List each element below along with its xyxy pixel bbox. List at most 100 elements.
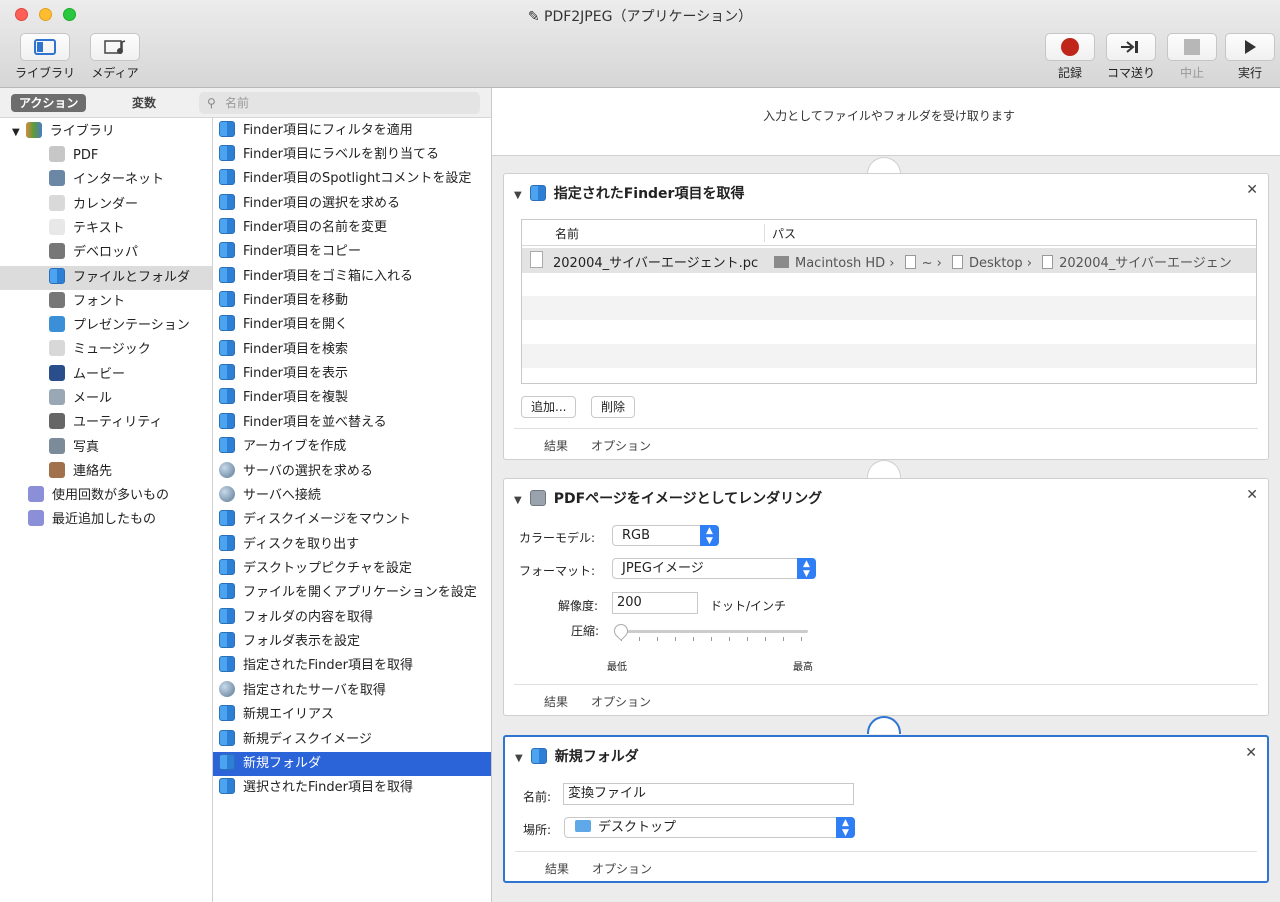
close-icon[interactable]: ✕	[1245, 745, 1257, 761]
close-icon[interactable]: ✕	[1246, 182, 1258, 198]
library-item[interactable]: プレゼンテーション	[0, 314, 212, 338]
results-tab[interactable]: 結果	[544, 437, 568, 454]
category-icon	[49, 243, 65, 260]
disclosure-triangle-icon[interactable]: ▼	[514, 190, 522, 201]
finder-icon	[219, 558, 235, 575]
folder-name-field[interactable]: 変換ファイル	[563, 783, 854, 805]
category-icon	[49, 340, 65, 357]
action-item[interactable]: アーカイブを作成	[213, 435, 491, 459]
results-tab[interactable]: 結果	[545, 860, 569, 877]
action-item[interactable]: Finder項目の名前を変更	[213, 216, 491, 240]
disclosure-triangle-icon[interactable]: ▼	[514, 495, 522, 506]
library-item[interactable]: ムービー	[0, 363, 212, 387]
tab-actions[interactable]: アクション	[11, 94, 87, 112]
action-item[interactable]: フォルダの内容を取得	[213, 606, 491, 630]
slider-tick	[783, 637, 784, 641]
action-item[interactable]: Finder項目を並べ替える	[213, 411, 491, 435]
slider-tick	[801, 637, 802, 641]
action-item[interactable]: デスクトップピクチャを設定	[213, 557, 491, 581]
run-button[interactable]	[1225, 33, 1275, 61]
finder-icon	[219, 753, 235, 770]
action-item[interactable]: 指定されたFinder項目を取得	[213, 654, 491, 678]
action-item[interactable]: 選択されたFinder項目を取得	[213, 776, 491, 800]
action-item[interactable]: 新規フォルダ	[213, 751, 491, 776]
media-button[interactable]	[90, 33, 140, 61]
smart-group-item[interactable]: 最近追加したもの	[28, 508, 156, 532]
library-item[interactable]: テキスト	[0, 217, 212, 241]
step-button[interactable]	[1106, 33, 1156, 61]
options-tab[interactable]: オプション	[591, 693, 651, 710]
action-item[interactable]: Finder項目にラベルを割り当てる	[213, 143, 491, 167]
action-item[interactable]: サーバの選択を求める	[213, 460, 491, 484]
action-item[interactable]: Finder項目を複製	[213, 386, 491, 410]
action-item[interactable]: Finder項目を開く	[213, 313, 491, 337]
action-item[interactable]: ディスクイメージをマウント	[213, 508, 491, 532]
library-item[interactable]: ファイルとフォルダ	[0, 265, 212, 290]
disk-icon	[774, 256, 789, 268]
library-item[interactable]: デベロッパ	[0, 241, 212, 265]
library-toggle-button[interactable]	[20, 33, 70, 61]
library-item[interactable]: メール	[0, 387, 212, 411]
smart-group-item[interactable]: 使用回数が多いもの	[28, 484, 169, 508]
action-item[interactable]: ディスクを取り出す	[213, 533, 491, 557]
disclosure-triangle-icon[interactable]: ▼	[12, 127, 20, 138]
library-root[interactable]: ▼ ライブラリ	[12, 120, 115, 144]
action-item[interactable]: 新規エイリアス	[213, 703, 491, 727]
add-button[interactable]: 追加...	[521, 396, 577, 418]
action-item[interactable]: Finder項目をコピー	[213, 240, 491, 264]
delete-button[interactable]: 削除	[591, 396, 636, 418]
options-tab[interactable]: オプション	[592, 860, 652, 877]
action-item[interactable]: 新規ディスクイメージ	[213, 728, 491, 752]
library-item[interactable]: インターネット	[0, 168, 212, 192]
stop-button[interactable]	[1167, 33, 1217, 61]
action-item[interactable]: Finder項目を表示	[213, 362, 491, 386]
finder-icon	[219, 607, 235, 624]
table-row[interactable]: 202004_サイバーエージェント.pc Macintosh HD › ~ › …	[522, 248, 1256, 273]
library-item[interactable]: 連絡先	[0, 460, 212, 484]
action-item[interactable]: Finder項目を移動	[213, 289, 491, 313]
action-item[interactable]: Finder項目をゴミ箱に入れる	[213, 265, 491, 289]
results-tab[interactable]: 結果	[544, 693, 568, 710]
library-item[interactable]: PDF	[0, 144, 212, 168]
category-icon	[49, 389, 65, 405]
category-icon	[49, 316, 65, 333]
close-icon[interactable]: ✕	[1246, 487, 1258, 503]
action-item[interactable]: Finder項目の選択を求める	[213, 192, 491, 216]
where-popup[interactable]: デスクトップ ▲ ▼	[564, 817, 855, 838]
slider-knob[interactable]	[611, 621, 631, 641]
format-popup[interactable]: JPEGイメージ ▲ ▼	[612, 558, 816, 579]
action-item[interactable]: 指定されたサーバを取得	[213, 679, 491, 703]
library-item[interactable]: カレンダー	[0, 193, 212, 217]
compression-slider[interactable]	[611, 621, 808, 643]
library-item[interactable]: ユーティリティ	[0, 411, 212, 435]
column-header-name[interactable]: 名前	[555, 225, 579, 242]
color-model-popup[interactable]: RGB ▲ ▼	[612, 525, 719, 546]
finder-icon	[219, 291, 235, 308]
tab-variables[interactable]: 変数	[124, 94, 164, 112]
action-item[interactable]: Finder項目にフィルタを適用	[213, 119, 491, 143]
finder-icon	[219, 144, 235, 161]
action-item[interactable]: Finder項目を検索	[213, 338, 491, 362]
action-card-render-pdf: ▼ PDFページをイメージとしてレンダリング ✕ カラーモデル: RGB ▲ ▼ フォ…	[503, 478, 1269, 716]
toolbar: ✎ PDF2JPEG（アプリケーション） ライブラリ メディア 記録 コマ送り …	[0, 0, 1280, 88]
library-item[interactable]: フォント	[0, 290, 212, 314]
library-item[interactable]: ミュージック	[0, 338, 212, 362]
action-item[interactable]: フォルダ表示を設定	[213, 630, 491, 654]
record-button[interactable]	[1045, 33, 1095, 61]
resolution-field[interactable]: 200	[612, 592, 698, 614]
server-icon	[219, 680, 235, 697]
action-item[interactable]: サーバへ接続	[213, 484, 491, 508]
disclosure-triangle-icon[interactable]: ▼	[515, 753, 523, 764]
action-item[interactable]: ファイルを開くアプリケーションを設定	[213, 581, 491, 605]
options-tab[interactable]: オプション	[591, 437, 651, 454]
finder-icon	[219, 266, 235, 283]
search-input[interactable]: ⚲ 名前	[199, 92, 480, 114]
finder-icon	[219, 632, 235, 649]
column-header-path[interactable]: パス	[772, 225, 796, 242]
category-icon	[49, 413, 65, 430]
finder-icon	[530, 748, 547, 764]
action-item[interactable]: Finder項目のSpotlightコメントを設定	[213, 167, 491, 191]
stop-icon	[1184, 39, 1200, 55]
library-item[interactable]: 写真	[0, 436, 212, 460]
actions-list-pane: Finder項目にフィルタを適用 Finder項目にラベルを割り当てる Finder…	[213, 118, 492, 902]
